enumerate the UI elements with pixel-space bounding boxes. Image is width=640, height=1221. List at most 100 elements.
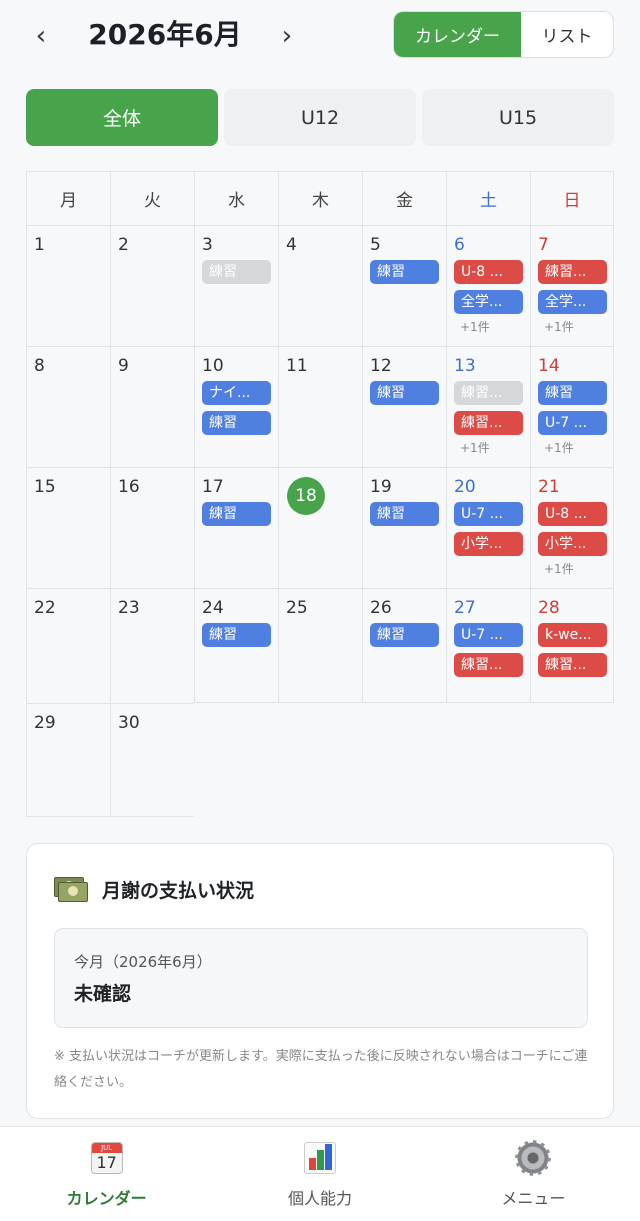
event-chip[interactable]: k-we... (538, 623, 607, 647)
day-cell[interactable]: 21 U-8 ... 小学... +1件 (530, 467, 614, 588)
day-cell[interactable]: 6 U-8 ... 全学... +1件 (446, 225, 530, 346)
day-number: 9 (118, 356, 129, 376)
day-cell[interactable]: 29 (26, 703, 110, 817)
more-events-link[interactable]: +1件 (531, 439, 613, 456)
more-events-link[interactable]: +1件 (531, 560, 613, 577)
day-cell[interactable]: 2 (110, 225, 194, 346)
event-chip[interactable]: 練習... (454, 653, 523, 677)
day-cell[interactable]: 30 (110, 703, 194, 817)
day-number: 30 (118, 713, 140, 733)
nav-menu[interactable]: メニュー (427, 1127, 640, 1221)
next-month-button[interactable]: › (272, 18, 302, 54)
calendar-week-row: 15 16 17 練習 18 19 練習 20 U-7 ... 小学... 21 U-8 ... 小学.… (26, 467, 614, 588)
day-number: 26 (370, 598, 392, 618)
day-number: 7 (538, 235, 549, 255)
day-cell[interactable]: 14 練習 U-7 ... +1件 (530, 346, 614, 467)
day-cell[interactable]: 20 U-7 ... 小学... (446, 467, 530, 588)
day-number: 15 (34, 477, 56, 497)
day-cell[interactable]: 12 練習 (362, 346, 446, 467)
tab-all[interactable]: 全体 (26, 89, 218, 146)
calendar-icon-day: 17 (96, 1153, 117, 1172)
event-chip[interactable]: 全学... (538, 290, 607, 314)
nav-calendar[interactable]: JUL 17 カレンダー (0, 1127, 213, 1221)
event-chip[interactable]: U-7 ... (454, 502, 523, 526)
event-chip[interactable]: U-7 ... (454, 623, 523, 647)
event-chip[interactable]: 練習 (202, 623, 271, 647)
list-view-button[interactable]: リスト (521, 12, 613, 57)
empty-day-cell (362, 703, 446, 817)
fee-status-card: 月謝の支払い状況 今月（2026年6月） 未確認 ※ 支払い状況はコーチが更新し… (26, 843, 614, 1119)
day-number: 13 (454, 356, 476, 376)
more-events-link[interactable]: +1件 (447, 318, 530, 335)
event-chip[interactable]: U-8 ... (538, 502, 607, 526)
day-number: 21 (538, 477, 560, 497)
event-chip[interactable]: 小学... (538, 532, 607, 556)
fee-status-value: 未確認 (74, 983, 132, 1005)
calendar-view-button[interactable]: カレンダー (394, 12, 521, 57)
event-chip[interactable]: ナイ... (202, 381, 271, 405)
event-chip[interactable]: U-7 ... (538, 411, 607, 435)
day-number: 11 (286, 356, 308, 376)
more-events-link[interactable]: +1件 (531, 318, 613, 335)
event-chip[interactable]: 練習 (202, 260, 271, 284)
day-cell[interactable]: 5 練習 (362, 225, 446, 346)
day-cell[interactable]: 11 (278, 346, 362, 467)
day-cell[interactable]: 13 練習... 練習... +1件 (446, 346, 530, 467)
weekday-header: 月 火 水 木 金 土 日 (26, 171, 614, 225)
day-number: 14 (538, 356, 560, 376)
day-number: 3 (202, 235, 213, 255)
weekday-label: 木 (278, 171, 362, 225)
more-events-link[interactable]: +1件 (447, 439, 530, 456)
event-chip[interactable]: 小学... (454, 532, 523, 556)
day-number: 4 (286, 235, 297, 255)
event-chip[interactable]: U-8 ... (454, 260, 523, 284)
day-cell[interactable]: 28 k-we... 練習... (530, 588, 614, 703)
event-chip[interactable]: 練習 (202, 411, 271, 435)
day-cell[interactable]: 23 (110, 588, 194, 703)
weekday-label: 金 (362, 171, 446, 225)
gear-icon (515, 1140, 551, 1176)
month-calendar: 月 火 水 木 金 土 日 1 2 3 練習 4 5 練習 6 U-8 ... 全学... +1件 7… (26, 171, 614, 817)
day-cell[interactable]: 16 (110, 467, 194, 588)
event-chip[interactable]: 練習... (454, 381, 523, 405)
weekday-label: 水 (194, 171, 278, 225)
tab-u12[interactable]: U12 (224, 89, 416, 146)
empty-day-cell (194, 703, 278, 817)
day-cell[interactable]: 15 (26, 467, 110, 588)
bottom-nav: JUL 17 カレンダー 個人能力 メニュー (0, 1126, 640, 1221)
day-cell[interactable]: 1 (26, 225, 110, 346)
day-cell[interactable]: 24 練習 (194, 588, 278, 703)
event-chip[interactable]: 練習 (370, 623, 439, 647)
event-chip[interactable]: 練習 (370, 381, 439, 405)
day-cell[interactable]: 19 練習 (362, 467, 446, 588)
day-cell[interactable]: 7 練習... 全学... +1件 (530, 225, 614, 346)
day-cell[interactable]: 22 (26, 588, 110, 703)
day-cell[interactable]: 18 (278, 467, 362, 588)
tab-u15[interactable]: U15 (422, 89, 614, 146)
event-chip[interactable]: 練習... (538, 260, 607, 284)
empty-day-cell (278, 703, 362, 817)
day-cell[interactable]: 27 U-7 ... 練習... (446, 588, 530, 703)
day-number: 6 (454, 235, 465, 255)
event-chip[interactable]: 練習... (454, 411, 523, 435)
day-number: 12 (370, 356, 392, 376)
day-cell[interactable]: 8 (26, 346, 110, 467)
event-chip[interactable]: 全学... (454, 290, 523, 314)
team-tabs: 全体 U12 U15 (26, 89, 614, 146)
event-chip[interactable]: 練習 (370, 260, 439, 284)
day-cell[interactable]: 3 練習 (194, 225, 278, 346)
event-chip[interactable]: 練習 (538, 381, 607, 405)
day-cell[interactable]: 9 (110, 346, 194, 467)
event-chip[interactable]: 練習 (202, 502, 271, 526)
event-chip[interactable]: 練習... (538, 653, 607, 677)
day-cell[interactable]: 17 練習 (194, 467, 278, 588)
day-cell[interactable]: 25 (278, 588, 362, 703)
event-chip[interactable]: 練習 (370, 502, 439, 526)
day-number: 16 (118, 477, 140, 497)
nav-calendar-label: カレンダー (66, 1189, 147, 1208)
day-cell[interactable]: 4 (278, 225, 362, 346)
nav-ability[interactable]: 個人能力 (213, 1127, 426, 1221)
day-cell[interactable]: 10 ナイ... 練習 (194, 346, 278, 467)
prev-month-button[interactable]: ‹ (26, 18, 56, 54)
day-cell[interactable]: 26 練習 (362, 588, 446, 703)
